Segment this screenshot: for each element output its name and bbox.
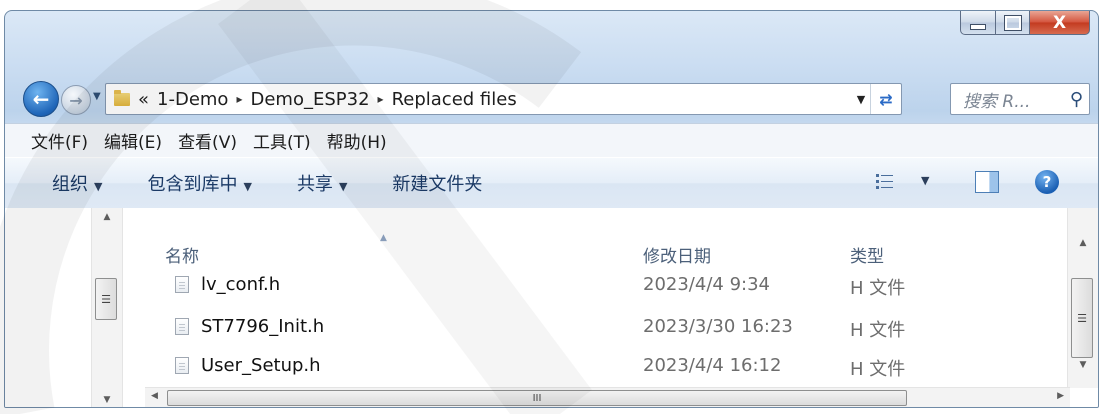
share-label: 共享 xyxy=(296,174,333,195)
scrollbar-thumb[interactable]: ☰ xyxy=(1071,278,1093,358)
file-date: 2023/3/30 16:23 xyxy=(643,316,793,337)
file-name-text: ST7796_Init.h xyxy=(201,316,325,337)
h-file-icon xyxy=(175,276,189,293)
new-folder-button[interactable]: 新建文件夹 xyxy=(392,170,482,196)
menu-view[interactable]: 查看(V) xyxy=(178,128,237,153)
scrollbar-thumb[interactable]: III xyxy=(167,390,907,406)
chevron-down-icon: ▼ xyxy=(243,180,252,193)
column-header-type[interactable]: 类型 xyxy=(850,242,884,267)
menu-bar: 文件(F) 编辑(E) 查看(V) 工具(T) 帮助(H) xyxy=(5,123,1098,157)
address-dropdown-icon[interactable]: ▼ xyxy=(852,93,870,106)
file-row[interactable]: lv_conf.h 2023/4/4 9:34 H 文件 xyxy=(145,274,1070,314)
include-in-library-button[interactable]: 包含到库中 ▼ xyxy=(147,170,251,196)
breadcrumb-separator-icon[interactable]: ▸ xyxy=(236,92,242,106)
menu-file[interactable]: 文件(F) xyxy=(31,128,88,153)
view-options-dropdown-icon[interactable]: ▼ xyxy=(921,174,929,187)
file-name: User_Setup.h xyxy=(175,355,321,376)
navigation-pane: ▲ ☰ ▼ xyxy=(5,208,145,407)
scroll-right-arrow-icon[interactable]: ▶ xyxy=(1057,391,1064,401)
breadcrumb-replaced-files[interactable]: Replaced files xyxy=(392,89,517,110)
refresh-button[interactable]: ⇄ xyxy=(870,84,901,114)
file-type: H 文件 xyxy=(850,278,906,299)
column-header-name[interactable]: 名称 xyxy=(165,242,199,267)
folder-icon xyxy=(114,89,130,106)
history-dropdown-icon[interactable]: ▼ xyxy=(93,91,101,102)
breadcrumb-separator-icon[interactable]: ▸ xyxy=(378,92,384,106)
close-button[interactable]: X xyxy=(1030,11,1090,35)
scroll-down-arrow-icon[interactable]: ▼ xyxy=(92,395,122,405)
chevron-down-icon: ▼ xyxy=(338,180,348,193)
scroll-left-arrow-icon[interactable]: ◀ xyxy=(151,391,158,401)
organize-button[interactable]: 组织 ▼ xyxy=(52,170,102,196)
file-name: lv_conf.h xyxy=(175,274,280,295)
forward-arrow-icon: → xyxy=(69,90,83,110)
explorer-window: X ← → ▼ « 1-Demo ▸ Demo_ESP32 ▸ Replaced… xyxy=(4,10,1099,408)
back-button[interactable]: ← xyxy=(23,81,59,117)
file-type: H 文件 xyxy=(850,320,906,341)
file-date: 2023/4/4 16:12 xyxy=(643,355,782,376)
preview-pane-icon[interactable] xyxy=(975,171,999,193)
organize-label: 组织 xyxy=(52,174,88,195)
file-list-horizontal-scrollbar[interactable]: ◀ III ▶ xyxy=(145,387,1070,407)
search-icon[interactable]: ⚲ xyxy=(1070,89,1083,110)
close-icon: X xyxy=(1052,12,1067,33)
menu-edit[interactable]: 编辑(E) xyxy=(104,128,162,153)
include-in-library-label: 包含到库中 xyxy=(147,174,238,195)
maximize-button[interactable] xyxy=(996,11,1030,35)
breadcrumb-1-demo[interactable]: 1-Demo xyxy=(157,89,228,110)
file-date: 2023/4/4 9:34 xyxy=(643,274,770,295)
file-name-text: lv_conf.h xyxy=(201,274,281,295)
menu-tools[interactable]: 工具(T) xyxy=(253,128,311,153)
view-options-icon[interactable] xyxy=(875,172,895,192)
navigation-pane-scrollbar[interactable]: ▲ ☰ ▼ xyxy=(91,208,123,407)
file-row[interactable]: ST7796_Init.h 2023/3/30 16:23 H 文件 xyxy=(145,316,1070,356)
chevron-down-icon: ▼ xyxy=(94,180,103,193)
file-type: H 文件 xyxy=(850,359,906,380)
breadcrumb-overflow[interactable]: « xyxy=(138,89,149,110)
command-bar: 组织 ▼ 包含到库中 ▼ 共享 ▼ 新建文件夹 ▼ ? xyxy=(5,157,1098,209)
scrollbar-thumb[interactable]: ☰ xyxy=(95,278,117,320)
file-list: ▲ 名称 修改日期 类型 lv_conf.h 2023/4/4 9:34 H 文… xyxy=(145,208,1070,388)
caption-buttons: X xyxy=(960,11,1090,35)
file-list-vertical-scrollbar[interactable]: ▲ ☰ ▼ xyxy=(1067,208,1098,388)
menu-help[interactable]: 帮助(H) xyxy=(327,128,387,153)
maximize-icon xyxy=(1003,14,1022,31)
back-arrow-icon: ← xyxy=(32,87,50,111)
scroll-up-arrow-icon[interactable]: ▲ xyxy=(1068,238,1098,248)
help-icon[interactable]: ? xyxy=(1035,170,1059,194)
search-input[interactable]: 搜索 R... ⚲ xyxy=(950,83,1090,115)
scroll-up-arrow-icon[interactable]: ▲ xyxy=(92,212,122,222)
minimize-button[interactable] xyxy=(960,11,996,35)
share-button[interactable]: 共享 ▼ xyxy=(297,170,347,196)
breadcrumb-demo-esp32[interactable]: Demo_ESP32 xyxy=(250,89,369,110)
forward-button[interactable]: → xyxy=(61,85,91,115)
scroll-down-arrow-icon[interactable]: ▼ xyxy=(1068,360,1098,370)
column-header-date[interactable]: 修改日期 xyxy=(643,242,711,267)
sort-ascending-icon: ▲ xyxy=(380,233,387,243)
file-name-text: User_Setup.h xyxy=(201,355,321,376)
refresh-icon: ⇄ xyxy=(879,89,893,109)
h-file-icon xyxy=(175,318,189,335)
address-bar[interactable]: « 1-Demo ▸ Demo_ESP32 ▸ Replaced files ▼… xyxy=(105,83,902,115)
address-bar-row: ← → ▼ « 1-Demo ▸ Demo_ESP32 ▸ Replaced f… xyxy=(5,77,1098,121)
content-area: ▲ ☰ ▼ ▲ 名称 修改日期 类型 lv_conf.h 2023/4/4 9:… xyxy=(5,208,1098,407)
minimize-icon xyxy=(970,23,986,30)
file-name: ST7796_Init.h xyxy=(175,316,324,337)
h-file-icon xyxy=(175,357,189,374)
search-placeholder: 搜索 R... xyxy=(963,91,1031,112)
